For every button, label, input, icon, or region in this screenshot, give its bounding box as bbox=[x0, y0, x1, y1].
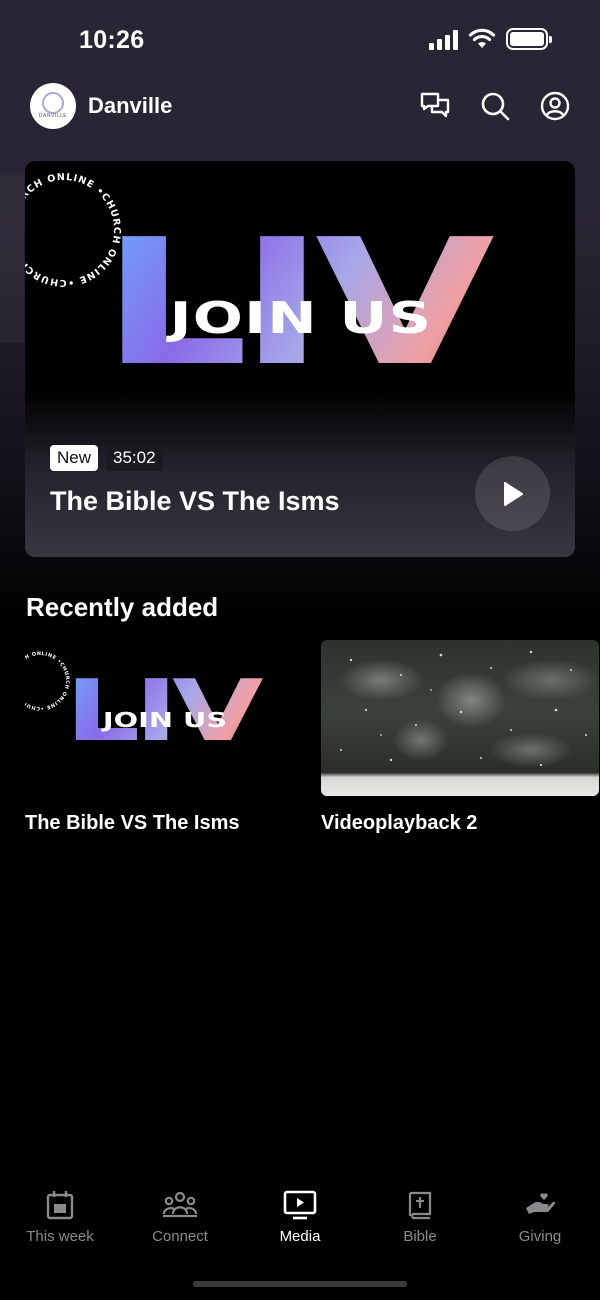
tab-label: Giving bbox=[518, 1228, 562, 1245]
status-bar: 10:26 bbox=[0, 0, 600, 80]
chat-icon[interactable] bbox=[420, 91, 450, 121]
play-icon bbox=[503, 481, 523, 506]
bottom-tab-bar: This week Connect Media Bible Giving bbox=[0, 1190, 600, 1260]
snow-texture bbox=[340, 650, 587, 767]
featured-video-card[interactable]: •CHURCH ONLINE •CHURCH ONLINE •CHURCH ON… bbox=[25, 161, 575, 557]
home-indicator[interactable] bbox=[193, 1281, 407, 1287]
join-us-artwork-text: JOIN US bbox=[102, 708, 228, 732]
header-actions bbox=[420, 91, 570, 121]
search-icon[interactable] bbox=[480, 91, 510, 121]
app-header: DANVILLE Danville bbox=[30, 82, 570, 130]
svg-text:•CHURCH ONLINE •CHURCH ONLINE: •CHURCH ONLINE •CHURCH ONLINE •CHURCH ON… bbox=[25, 644, 70, 711]
hero-badges: New 35:02 bbox=[50, 445, 163, 471]
profile-icon[interactable] bbox=[540, 91, 570, 121]
bible-icon bbox=[408, 1191, 432, 1220]
giving-hand-icon bbox=[526, 1193, 556, 1214]
recently-added-heading: Recently added bbox=[26, 592, 219, 622]
tab-bible[interactable]: Bible bbox=[360, 1190, 480, 1260]
media-card[interactable]: Videoplayback 2 bbox=[321, 640, 599, 835]
signal-icon bbox=[429, 29, 458, 50]
tab-label: Bible bbox=[403, 1228, 437, 1245]
media-card-title: Videoplayback 2 bbox=[321, 812, 478, 834]
tab-label: Connect bbox=[152, 1228, 208, 1245]
tab-media[interactable]: Media bbox=[240, 1190, 360, 1260]
calendar-icon bbox=[46, 1191, 74, 1220]
battery-icon bbox=[506, 28, 552, 50]
tab-label: Media bbox=[279, 1228, 321, 1245]
media-thumbnail[interactable] bbox=[321, 640, 599, 796]
tab-connect[interactable]: Connect bbox=[120, 1190, 240, 1260]
featured-video-title: The Bible VS The Isms bbox=[50, 486, 340, 516]
media-card-title: The Bible VS The Isms bbox=[25, 812, 240, 834]
media-thumbnail[interactable]: •CHURCH ONLINE •CHURCH ONLINE •CHURCH ON… bbox=[25, 640, 303, 796]
group-icon bbox=[162, 1191, 198, 1218]
new-badge: New bbox=[50, 445, 99, 471]
play-button[interactable] bbox=[475, 456, 550, 531]
status-icons bbox=[429, 28, 552, 50]
media-card[interactable]: •CHURCH ONLINE •CHURCH ONLINE •CHURCH ON… bbox=[25, 640, 303, 835]
wifi-icon bbox=[468, 28, 496, 48]
status-time: 10:26 bbox=[79, 26, 145, 54]
play-screen-icon bbox=[283, 1190, 317, 1220]
tab-giving[interactable]: Giving bbox=[480, 1190, 600, 1260]
duration-badge: 35:02 bbox=[106, 445, 163, 471]
join-us-artwork-text: JOIN US bbox=[169, 292, 433, 344]
tab-this-week[interactable]: This week bbox=[0, 1190, 120, 1260]
church-logo[interactable]: DANVILLE bbox=[30, 83, 76, 129]
church-name: Danville bbox=[88, 93, 173, 118]
tab-label: This week bbox=[26, 1228, 94, 1245]
